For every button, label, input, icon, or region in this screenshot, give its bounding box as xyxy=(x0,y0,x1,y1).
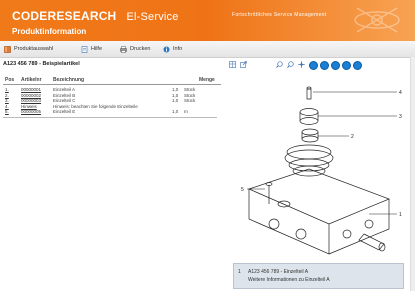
toolbar: Produktauswahl Hilfe Drucken Info xyxy=(0,41,415,58)
header-decoration xyxy=(354,7,400,33)
app-header: CODERESEARCH El-Service Produktinformatio… xyxy=(0,0,415,41)
help-button[interactable]: Hilfe xyxy=(81,44,102,54)
row-unit: Stück xyxy=(184,87,196,92)
row-article-link[interactable]: 00000005 xyxy=(21,109,41,114)
product-selection-label: Produktauswahl xyxy=(14,46,54,52)
callout-label[interactable]: 5 xyxy=(241,187,244,193)
panel-title: A123 456 789 - Beispielartikel xyxy=(3,61,80,67)
row-description: Einzelteil E xyxy=(53,109,76,114)
col-description[interactable]: Bezeichnung xyxy=(53,77,84,83)
help-document-icon xyxy=(81,45,88,53)
row-pos-link[interactable]: 1. xyxy=(5,87,9,92)
row-pos-link[interactable]: 3. xyxy=(5,98,9,103)
nav-prev-icon[interactable] xyxy=(320,61,329,70)
info-description: Weitere Informationen zu Einzelteil A xyxy=(248,277,330,283)
row-description: Einzelteil A xyxy=(53,87,76,92)
row-description: Hinweis: beachten Sie folgende Einzeltei… xyxy=(53,103,138,109)
app-tagline: Fortschrittliches Service Management xyxy=(232,12,327,18)
info-number: 1 xyxy=(238,269,241,275)
col-pos[interactable]: Pos xyxy=(5,77,14,83)
row-article-link[interactable]: 00000001 xyxy=(21,87,41,92)
row-quantity: 1,0 xyxy=(172,92,179,98)
callout-label[interactable]: 1 xyxy=(399,212,402,218)
row-article-link[interactable]: 00000002 xyxy=(21,93,41,98)
row-quantity: 1,0 xyxy=(172,109,179,114)
nav-last-icon[interactable] xyxy=(342,61,351,70)
row-pos-link[interactable]: 5. xyxy=(5,109,9,114)
row-description: Einzelteil B xyxy=(53,92,76,98)
nav-first-icon[interactable] xyxy=(309,61,318,70)
export-icon[interactable] xyxy=(240,61,247,68)
info-label: Info xyxy=(173,46,183,52)
info-title: A123 456 789 - Einzelteil A xyxy=(248,269,309,275)
table-row[interactable]: 5. 00000005 Einzelteil E 1,0 m xyxy=(3,109,221,115)
row-quantity: 1,0 xyxy=(172,98,179,103)
brand-service: El-Service xyxy=(126,11,179,23)
app-subtitle: Produktinformation xyxy=(12,27,87,36)
row-unit: Stück xyxy=(184,98,196,103)
zoom-in-icon[interactable] xyxy=(276,61,283,68)
parts-list: Pos Artikelnr Bezeichnung Menge 1. 00000… xyxy=(3,75,221,118)
brand-code: CODE xyxy=(12,9,48,23)
brand-research: RESEARCH xyxy=(47,9,117,23)
row-quantity: 1,0 xyxy=(172,87,179,92)
nav-next-icon[interactable] xyxy=(331,61,340,70)
info-panel: 1 A123 456 789 - Einzelteil A Weitere In… xyxy=(233,263,404,289)
row-article-link[interactable]: 00000003 xyxy=(21,98,41,103)
row-pos-link[interactable]: 2. xyxy=(5,93,9,98)
brand-logo: CODERESEARCH El-Service xyxy=(12,9,179,23)
pan-icon[interactable] xyxy=(298,61,305,68)
info-button[interactable]: Info xyxy=(163,44,182,54)
print-icon xyxy=(120,45,127,53)
callout-label[interactable]: 3 xyxy=(399,114,402,120)
print-label: Drucken xyxy=(130,46,151,52)
vertical-scrollbar[interactable] xyxy=(410,57,415,291)
help-label: Hilfe xyxy=(91,46,103,52)
print-button[interactable]: Drucken xyxy=(120,44,150,54)
callout-label[interactable]: 4 xyxy=(399,90,402,96)
parts-header: Pos Artikelnr Bezeichnung Menge xyxy=(3,75,221,85)
row-pos-link[interactable]: 4. xyxy=(5,104,9,109)
col-article[interactable]: Artikelnr xyxy=(21,77,42,83)
row-article-link[interactable]: Hinweis xyxy=(21,104,37,109)
row-description: Einzelteil C xyxy=(53,98,76,103)
row-unit: m xyxy=(184,109,188,114)
zoom-out-icon[interactable] xyxy=(287,61,294,68)
book-icon xyxy=(4,45,11,53)
parts-divider xyxy=(3,116,217,118)
col-quantity[interactable]: Menge xyxy=(199,77,215,83)
exploded-view-drawing[interactable]: 4 3 2 5 1 xyxy=(229,74,409,262)
info-icon xyxy=(163,46,170,53)
table-icon[interactable] xyxy=(229,61,236,68)
product-selection-button[interactable]: Produktauswahl xyxy=(4,44,53,54)
nav-end-icon[interactable] xyxy=(353,61,362,70)
row-unit: Stück xyxy=(184,92,196,98)
callout-label[interactable]: 2 xyxy=(351,134,354,140)
